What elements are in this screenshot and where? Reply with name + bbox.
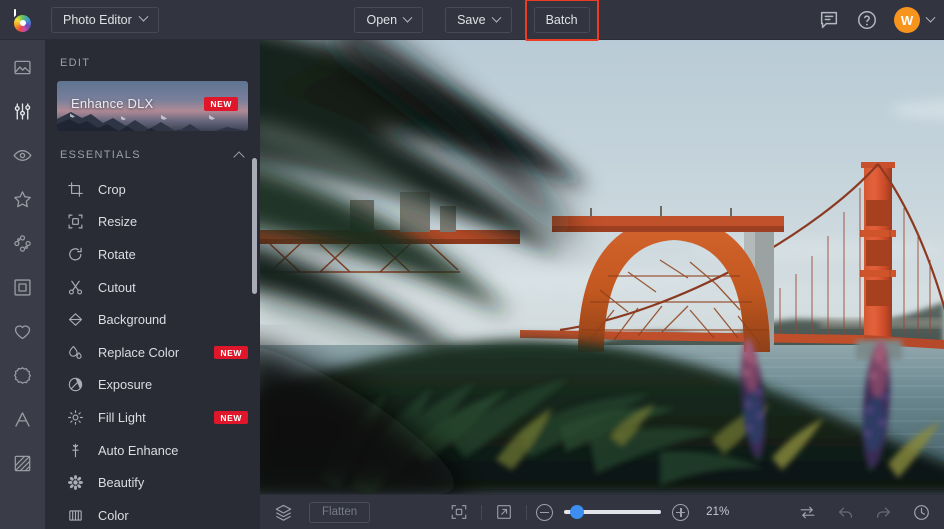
rail-item-touch-up[interactable] <box>0 140 45 170</box>
avatar[interactable]: W <box>894 7 920 33</box>
rail-item-frames[interactable] <box>0 272 45 302</box>
app-switcher-label: Photo Editor <box>63 12 132 27</box>
rail-item-effects[interactable] <box>0 184 45 214</box>
zoom-level-label: 21% <box>706 506 730 518</box>
menu-item-label: Replace Color <box>98 344 180 360</box>
feedback-icon[interactable] <box>818 9 840 31</box>
divider <box>526 504 528 520</box>
help-icon[interactable] <box>856 9 878 31</box>
undo-button[interactable] <box>836 503 855 522</box>
menu-item-crop[interactable]: Crop <box>45 173 260 206</box>
compare-button[interactable] <box>798 503 817 522</box>
beautify-icon <box>67 474 84 491</box>
rail-item-graphics[interactable] <box>0 360 45 390</box>
divider <box>481 504 483 520</box>
redo-button[interactable] <box>874 503 893 522</box>
menu-item-replace-color[interactable]: Replace Color NEW <box>45 336 260 369</box>
menu-item-label: Exposure <box>98 377 153 393</box>
menu-item-label: Color <box>98 507 129 523</box>
panel-scrollbar[interactable] <box>252 158 257 294</box>
batch-button-label: Batch <box>545 13 578 27</box>
promo-label: Enhance DLX <box>71 96 154 111</box>
essentials-menu-list: Crop Resize Rotate Cutout Background Rep… <box>45 173 260 529</box>
zoom-out-button[interactable] <box>536 503 554 521</box>
zoom-controls: 21% <box>446 499 740 525</box>
top-toolbar: Photo Editor Open Save Batch W <box>0 0 944 41</box>
layers-icon[interactable] <box>274 503 293 522</box>
menu-item-exposure[interactable]: Exposure <box>45 369 260 402</box>
menu-item-background[interactable]: Background <box>45 303 260 336</box>
rail-item-photos[interactable] <box>0 52 45 82</box>
rail-item-overlays[interactable] <box>0 316 45 346</box>
exposure-icon <box>67 376 84 393</box>
rail-item-textures[interactable] <box>0 448 45 478</box>
essentials-section-header[interactable]: ESSENTIALS <box>45 131 260 173</box>
photo-editor-app: Photo Editor Open Save Batch W EDIT Enha… <box>0 0 944 529</box>
background-icon <box>67 311 84 328</box>
top-right-group: W <box>818 0 936 40</box>
menu-item-label: Rotate <box>98 246 136 262</box>
batch-button-wrapper: Batch <box>524 0 599 41</box>
promo-wrapper: Enhance DLX NEW <box>45 69 260 131</box>
chevron-down-icon <box>138 11 149 22</box>
fill-light-icon <box>67 409 84 426</box>
menu-item-label: Background <box>98 312 167 328</box>
rail-item-artsy[interactable] <box>0 228 45 258</box>
menu-item-label: Fill Light <box>98 409 146 425</box>
menu-item-new-badge: NEW <box>214 345 248 360</box>
zoom-slider-knob[interactable] <box>570 505 585 519</box>
zoom-slider[interactable] <box>564 505 662 519</box>
enhance-dlx-promo[interactable]: Enhance DLX NEW <box>57 81 248 131</box>
expand-arrow-icon[interactable] <box>491 499 517 525</box>
menu-item-beautify[interactable]: Beautify <box>45 466 260 499</box>
chevron-up-icon <box>233 150 245 163</box>
bottom-toolbar: Flatten 21% <box>260 494 944 529</box>
rail-item-edit[interactable] <box>0 96 45 126</box>
rotate-icon <box>67 246 84 263</box>
menu-item-fill-light[interactable]: Fill Light NEW <box>45 401 260 434</box>
tool-rail <box>0 40 45 529</box>
promo-new-badge: NEW <box>204 97 238 111</box>
menu-item-label: Crop <box>98 181 126 197</box>
fit-to-screen-icon[interactable] <box>446 499 472 525</box>
menu-item-label: Auto Enhance <box>98 442 179 458</box>
menu-item-label: Beautify <box>98 475 145 491</box>
open-button[interactable]: Open <box>354 7 424 33</box>
menu-item-auto-enhance[interactable]: Auto Enhance <box>45 434 260 467</box>
edit-panel: EDIT Enhance DLX NEW ESSENTIALS Crop Res… <box>45 40 260 529</box>
befunky-logo-icon[interactable] <box>11 7 37 33</box>
chevron-down-icon <box>402 12 413 23</box>
menu-item-label: Cutout <box>98 279 136 295</box>
essentials-section-label: ESSENTIALS <box>60 149 141 161</box>
history-controls <box>798 503 931 522</box>
menu-item-resize[interactable]: Resize <box>45 206 260 239</box>
color-icon <box>67 507 84 524</box>
account-menu[interactable]: W <box>894 7 936 33</box>
menu-item-new-badge: NEW <box>214 410 248 425</box>
chevron-down-icon <box>925 12 936 23</box>
history-button[interactable] <box>912 503 931 522</box>
crop-icon <box>67 181 84 198</box>
save-button[interactable]: Save <box>445 7 512 33</box>
menu-item-cutout[interactable]: Cutout <box>45 271 260 304</box>
app-switcher-menu[interactable]: Photo Editor <box>51 6 159 33</box>
flatten-button[interactable]: Flatten <box>309 501 371 523</box>
image-canvas[interactable] <box>260 40 944 494</box>
chevron-down-icon <box>491 12 502 23</box>
scissors-icon <box>67 279 84 296</box>
zoom-in-button[interactable] <box>672 503 690 521</box>
menu-item-label: Resize <box>98 214 138 230</box>
auto-enhance-icon <box>67 442 84 459</box>
menu-item-color[interactable]: Color <box>45 499 260 529</box>
batch-button[interactable]: Batch <box>533 7 590 33</box>
open-button-label: Open <box>366 13 398 27</box>
droplet-icon <box>67 344 84 361</box>
save-button-label: Save <box>457 13 486 27</box>
rail-item-text[interactable] <box>0 404 45 434</box>
menu-item-rotate[interactable]: Rotate <box>45 238 260 271</box>
panel-title: EDIT <box>60 57 91 69</box>
resize-icon <box>67 213 84 230</box>
golden-gate-bridge-photo[interactable] <box>260 40 944 494</box>
